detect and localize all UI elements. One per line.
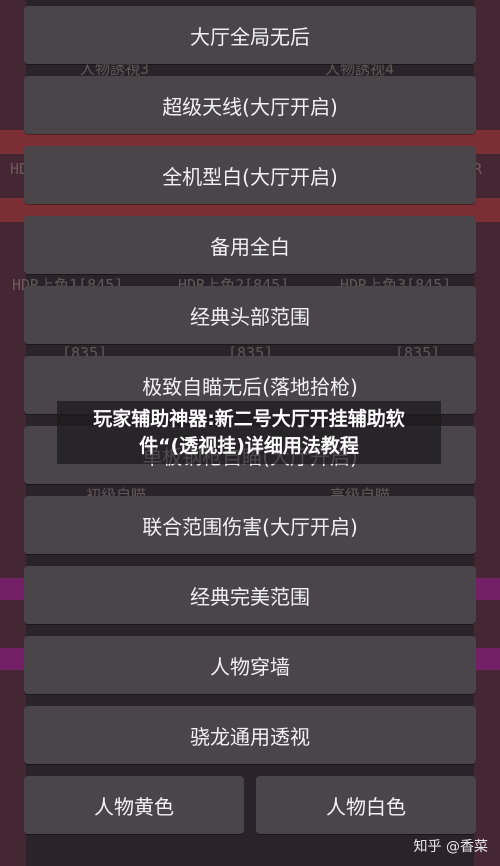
menu-item-character-yellow[interactable]: 人物黄色 xyxy=(24,776,244,834)
banner-line-2: 件“(透视挂)详细用法教程 xyxy=(139,434,359,457)
menu-item-super-antenna[interactable]: 超级天线(大厅开启) xyxy=(24,76,476,134)
menu-item-character-white[interactable]: 人物白色 xyxy=(256,776,476,834)
menu-item-joint-range-damage[interactable]: 联合范围伤害(大厅开启) xyxy=(24,496,476,554)
menu-item-snapdragon-esp[interactable]: 骁龙通用透视 xyxy=(24,706,476,764)
menu-item-all-models-white[interactable]: 全机型白(大厅开启) xyxy=(24,146,476,204)
banner-line-1: 玩家辅助神器:新二号大厅开挂辅助软 xyxy=(93,407,405,430)
watermark: 知乎 @香菜 xyxy=(413,839,488,855)
menu-item-lobby-global-no-recoil[interactable]: 大厅全局无后 xyxy=(24,6,476,64)
article-title-banner: 玩家辅助神器:新二号大厅开挂辅助软 件“(透视挂)详细用法教程 xyxy=(57,401,441,464)
menu-item-classic-perfect-range[interactable]: 经典完美范围 xyxy=(24,566,476,624)
menu-item-classic-head-range[interactable]: 经典头部范围 xyxy=(24,286,476,344)
menu-item-character-wall-pass[interactable]: 人物穿墙 xyxy=(24,636,476,694)
menu-item-backup-all-white[interactable]: 备用全白 xyxy=(24,216,476,274)
